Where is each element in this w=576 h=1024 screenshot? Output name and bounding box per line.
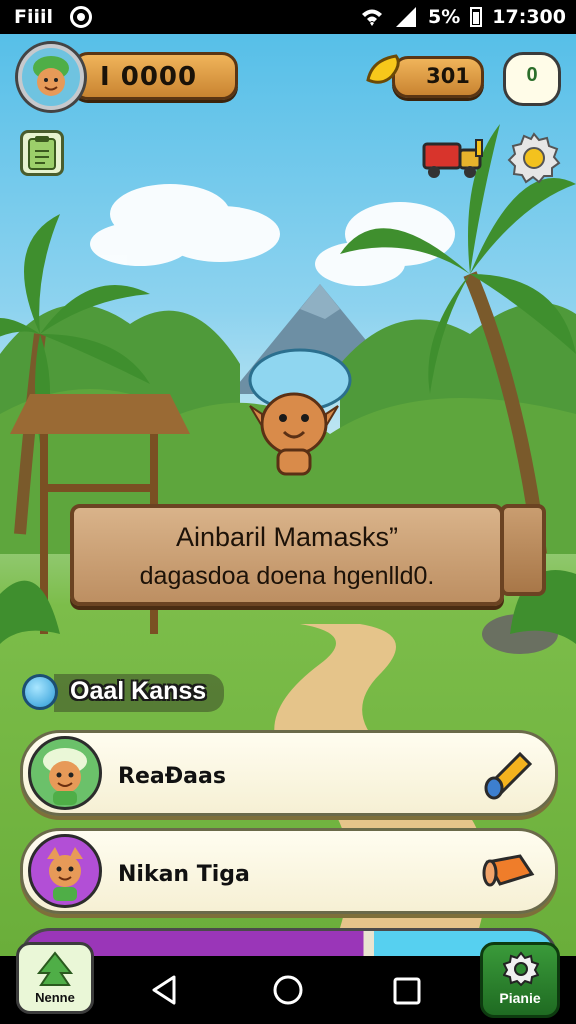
horn-icon[interactable] [480, 744, 538, 802]
home-button-label: Nenne [35, 990, 75, 1005]
battery-icon [470, 7, 483, 27]
battery-label: 5% [428, 6, 461, 28]
game-scene: I 0000 301 0 Ainbaril Mamasks” dagasdoa … [0, 34, 576, 956]
character-face-icon [43, 748, 87, 805]
card-avatar [28, 736, 102, 810]
round-button-label: 0 [526, 64, 538, 86]
clock: 17:300 [492, 6, 566, 28]
list-item-partial[interactable] [20, 928, 558, 956]
home-nav-icon[interactable] [272, 974, 304, 1006]
player-face-icon [33, 56, 69, 96]
status-bar: Fiiil 5% 17:300 [0, 0, 576, 34]
sign-subtitle: dagasdoa doena hgenlld0. [139, 562, 435, 590]
map-button[interactable] [20, 130, 64, 176]
recents-icon[interactable] [392, 976, 422, 1006]
status-right: 5% 17:300 [360, 6, 566, 28]
tree-icon [36, 951, 74, 986]
list-item-name: ReaĐaas [118, 764, 226, 789]
truck-icon[interactable] [420, 132, 490, 182]
back-icon[interactable] [150, 974, 180, 1006]
gear-icon [503, 951, 539, 987]
list-item-name: Nikan Tiga [118, 862, 250, 887]
settings-gear-icon[interactable] [506, 130, 562, 186]
section-title: Oaal Kanss [70, 677, 207, 705]
player-avatar[interactable] [18, 44, 84, 110]
carrier-label: Fiiil [14, 6, 54, 28]
wifi-icon [362, 9, 383, 26]
banana-icon [366, 54, 400, 84]
coin-value: I 0000 [100, 62, 198, 92]
card-avatar [28, 834, 102, 908]
sign-title: Ainbaril Mamasks” [175, 522, 399, 552]
prize-button[interactable] [480, 942, 560, 1018]
character-face-icon [47, 847, 83, 901]
sign-side-board [500, 504, 546, 596]
clipboard-icon [28, 136, 56, 170]
prize-button-label: Pianie [499, 990, 541, 1006]
gem-value: 301 [426, 64, 470, 88]
signal-icon [396, 7, 417, 27]
notification-icon [70, 6, 92, 28]
compass-icon [22, 674, 58, 710]
horn-icon[interactable] [480, 842, 538, 900]
